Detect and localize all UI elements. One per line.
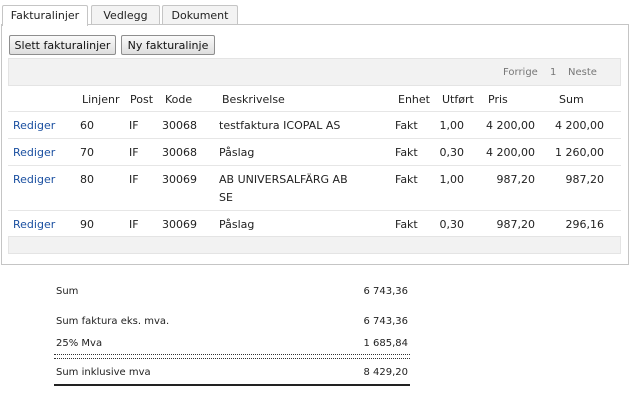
edit-line-link[interactable]: Rediger	[13, 173, 55, 186]
tab-vedlegg[interactable]: Vedlegg	[91, 5, 160, 25]
cell-linjenr: 80	[80, 173, 94, 186]
cell-kode: 30069	[162, 173, 197, 186]
header-utfort[interactable]: Utført	[442, 93, 474, 106]
pager-prev-link[interactable]: Forrige	[503, 67, 538, 78]
cell-post: IF	[129, 218, 139, 231]
table-footer	[8, 236, 621, 254]
cell-utfort: 0,30	[439, 146, 465, 159]
cell-sum: 296,16	[565, 218, 605, 231]
cell-enhet: Fakt	[395, 119, 418, 132]
edit-line-link[interactable]: Rediger	[13, 146, 55, 159]
cell-beskrivelse: testfaktura ICOPAL AS	[219, 119, 341, 132]
cell-enhet: Fakt	[395, 173, 418, 186]
cell-enhet: Fakt	[395, 146, 418, 159]
sum-inkl-mva-label: Sum inklusive mva	[56, 367, 151, 378]
cell-kode: 30068	[162, 146, 197, 159]
cell-linjenr: 90	[80, 218, 94, 231]
header-beskrivelse[interactable]: Beskrivelse	[222, 93, 285, 106]
pager-page-number[interactable]: 1	[550, 67, 556, 78]
header-linjenr[interactable]: Linjenr	[82, 93, 119, 106]
mva-value: 1 685,84	[363, 338, 408, 349]
header-post[interactable]: Post	[130, 93, 153, 106]
tab-dokument[interactable]: Dokument	[162, 5, 238, 25]
summary-total-underline	[54, 384, 410, 386]
header-pris[interactable]: Pris	[488, 93, 508, 106]
cell-post: IF	[129, 119, 139, 132]
cell-pris: 4 200,00	[486, 119, 535, 132]
sum-ex-mva-label: Sum faktura eks. mva.	[56, 316, 170, 327]
sum-inkl-mva-value: 8 429,20	[363, 367, 408, 378]
new-invoice-line-button[interactable]: Ny fakturalinje	[121, 35, 215, 55]
cell-post: IF	[129, 173, 139, 186]
sum-ex-mva-value: 6 743,36	[363, 316, 408, 327]
header-kode[interactable]: Kode	[165, 93, 192, 106]
cell-utfort: 1,00	[439, 173, 465, 186]
row-divider	[8, 138, 621, 139]
cell-pris: 987,20	[496, 218, 536, 231]
cell-beskrivelse: Påslag	[219, 218, 255, 231]
row-divider	[8, 111, 621, 112]
tab-fakturalinjer[interactable]: Fakturalinjer	[2, 5, 88, 26]
cell-kode: 30068	[162, 119, 197, 132]
cell-post: IF	[129, 146, 139, 159]
summary-divider-dotted	[54, 354, 410, 355]
row-divider	[8, 210, 621, 211]
cell-utfort: 0,30	[439, 218, 465, 231]
cell-beskrivelse-continued: SE	[219, 191, 233, 204]
pager-next-link[interactable]: Neste	[568, 67, 597, 78]
cell-utfort: 1,00	[439, 119, 465, 132]
cell-linjenr: 70	[80, 146, 94, 159]
cell-beskrivelse: AB UNIVERSALFÄRG AB	[219, 173, 348, 186]
cell-pris: 4 200,00	[486, 146, 535, 159]
delete-invoice-lines-button[interactable]: Slett fakturalinjer	[9, 35, 116, 55]
edit-line-link[interactable]: Rediger	[13, 218, 55, 231]
cell-kode: 30069	[162, 218, 197, 231]
invoice-lines-panel: Slett fakturalinjer Ny fakturalinje Forr…	[1, 24, 629, 265]
header-enhet[interactable]: Enhet	[398, 93, 430, 106]
summary-divider-dotted	[54, 358, 410, 359]
cell-sum: 4 200,00	[555, 119, 604, 132]
sum-label: Sum	[56, 286, 79, 297]
cell-enhet: Fakt	[395, 218, 418, 231]
cell-pris: 987,20	[496, 173, 536, 186]
cell-linjenr: 60	[80, 119, 94, 132]
mva-label: 25% Mva	[56, 338, 103, 349]
cell-beskrivelse: Påslag	[219, 146, 255, 159]
row-divider	[8, 165, 621, 166]
sum-value: 6 743,36	[363, 286, 408, 297]
header-sum[interactable]: Sum	[559, 93, 584, 106]
cell-sum: 987,20	[565, 173, 605, 186]
pager: Forrige 1 Neste	[8, 58, 621, 86]
cell-sum: 1 260,00	[555, 146, 604, 159]
edit-line-link[interactable]: Rediger	[13, 119, 55, 132]
